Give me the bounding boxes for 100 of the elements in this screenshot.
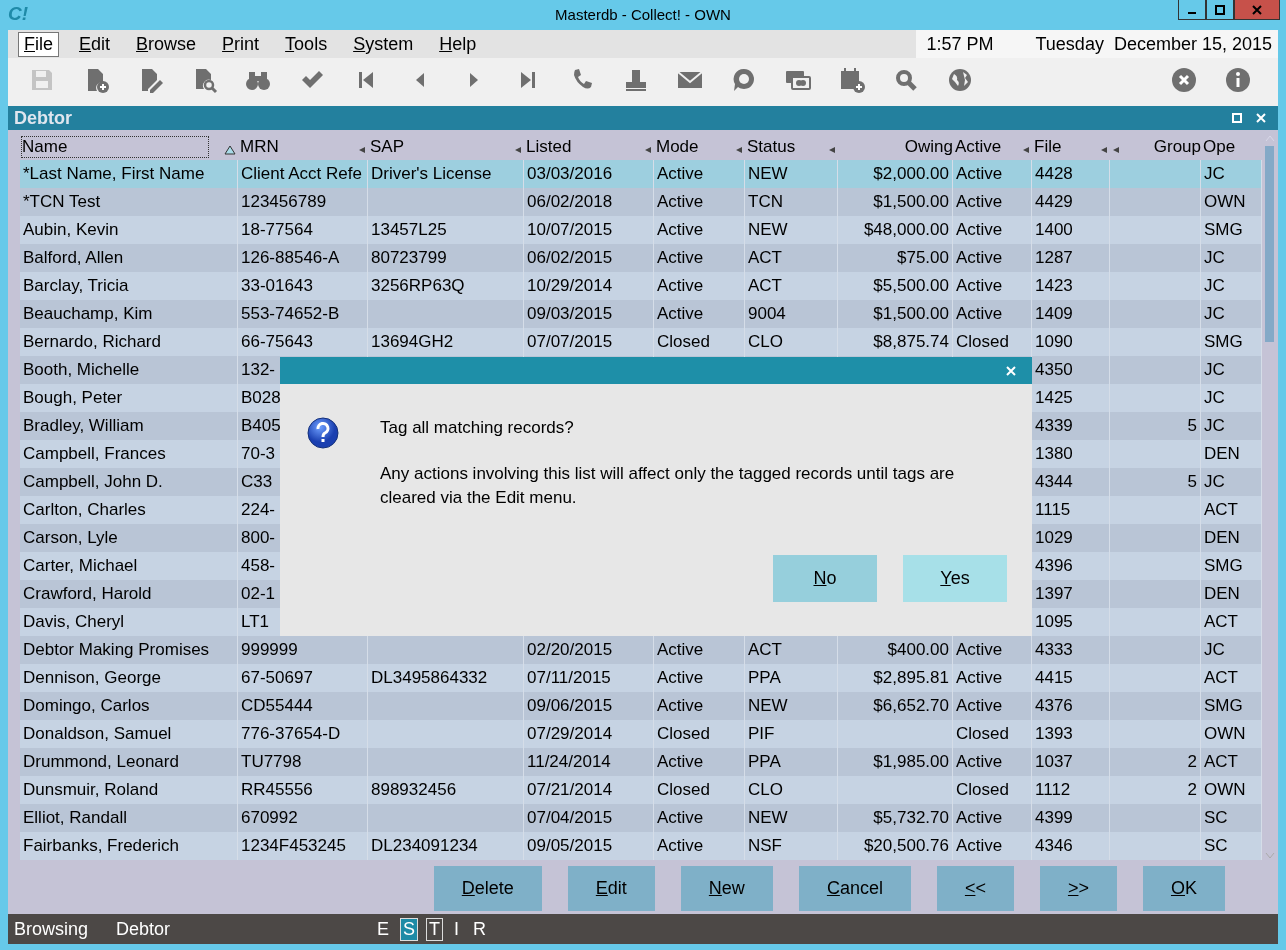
table-cell: 02-1 xyxy=(241,584,276,604)
table-cell: 06/02/2015 xyxy=(527,248,613,268)
dialog-message: Any actions involving this list will affect only the tagged records until tags are cleared via the Edit menu. xyxy=(380,463,956,509)
table-cell: 1380 xyxy=(1035,444,1073,464)
table-cell: 80723799 xyxy=(371,248,447,268)
table-cell: 4350 xyxy=(1035,360,1073,380)
table-cell: Active xyxy=(657,248,704,268)
table-cell: 07/11/2015 xyxy=(527,668,611,688)
table-cell: Barclay, Tricia xyxy=(23,276,129,296)
table-cell: 1400 xyxy=(1035,220,1073,240)
table-cell: 2 xyxy=(1187,752,1197,772)
table-cell: 3256RP63Q xyxy=(371,276,465,296)
table-cell: Fairbanks, Frederich xyxy=(23,836,179,856)
table-cell: CLO xyxy=(748,780,783,800)
table-cell: 4346 xyxy=(1035,836,1073,856)
status-letter: E xyxy=(376,917,391,941)
table-cell: 4339 xyxy=(1035,416,1073,436)
table-cell: Carter, Michael xyxy=(23,556,138,576)
table-cell: $2,000.00 xyxy=(873,164,949,184)
table-cell: Active xyxy=(657,304,704,324)
table-cell: 123456789 xyxy=(241,192,327,212)
table-cell: Bradley, William xyxy=(23,416,144,436)
table-cell: 07/29/2014 xyxy=(527,724,613,744)
table-cell: 1095 xyxy=(1035,612,1073,632)
table-cell: Active xyxy=(657,640,704,660)
table-cell: *Last Name, First Name xyxy=(23,164,205,184)
table-cell: 4333 xyxy=(1035,640,1073,660)
table-cell: JC xyxy=(1204,248,1225,268)
table-cell: SMG xyxy=(1204,220,1243,240)
table-cell: 1029 xyxy=(1035,528,1073,548)
table-cell: $6,652.70 xyxy=(873,696,949,716)
table-cell: Booth, Michelle xyxy=(23,360,140,380)
table-cell: JC xyxy=(1204,416,1225,436)
table-cell: Active xyxy=(657,220,704,240)
table-cell: 800- xyxy=(241,528,276,548)
table-cell: 10/29/2014 xyxy=(527,276,613,296)
table-cell: $1,985.00 xyxy=(873,752,949,772)
table-cell: Campbell, John D. xyxy=(23,472,163,492)
status-letter: S xyxy=(400,917,419,941)
table-cell: Dunsmuir, Roland xyxy=(23,780,159,800)
table-cell: 07/07/2015 xyxy=(527,332,613,352)
table-cell: ACT xyxy=(1204,500,1238,520)
table-cell: ACT xyxy=(748,640,782,660)
table-cell: 776-37654-D xyxy=(241,724,341,744)
table-cell: 02/20/2015 xyxy=(527,640,613,660)
table-cell: 1287 xyxy=(1035,248,1073,268)
app-logo: C! xyxy=(8,3,29,25)
table-cell: Bough, Peter xyxy=(23,388,123,408)
table-cell: 4396 xyxy=(1035,556,1073,576)
table-cell: Closed xyxy=(956,724,1009,744)
table-cell: 4415 xyxy=(1035,668,1073,688)
table-cell: 1425 xyxy=(1035,388,1073,408)
status-letter: R xyxy=(472,917,488,941)
table-cell: 70-3 xyxy=(241,444,276,464)
table-cell: JC xyxy=(1204,164,1225,184)
table-cell: Davis, Cheryl xyxy=(23,612,125,632)
table-cell: Elliot, Randall xyxy=(23,808,127,828)
table-cell: NEW xyxy=(748,696,788,716)
table-cell: 4376 xyxy=(1035,696,1073,716)
table-cell: 13694GH2 xyxy=(371,332,454,352)
table-cell: DL234091234 xyxy=(371,836,478,856)
table-cell: $48,000.00 xyxy=(863,220,949,240)
table-cell: DEN xyxy=(1204,444,1240,464)
table-cell: $75.00 xyxy=(897,248,949,268)
table-cell: Active xyxy=(956,696,1003,716)
table-cell: 06/02/2018 xyxy=(527,192,613,212)
table-cell: JC xyxy=(1204,304,1225,324)
table-cell: SMG xyxy=(1204,556,1243,576)
table-cell: JC xyxy=(1204,360,1225,380)
table-cell: Crawford, Harold xyxy=(23,584,152,604)
table-cell: 1112 xyxy=(1035,780,1071,800)
table-cell: Closed xyxy=(956,332,1009,352)
table-cell: *TCN Test xyxy=(23,192,101,212)
table-cell: TCN xyxy=(748,192,783,212)
table-cell: Driver's License xyxy=(371,164,492,184)
table-cell: ACT xyxy=(1204,668,1238,688)
table-cell: 4429 xyxy=(1035,192,1073,212)
table-cell: ACT xyxy=(748,248,782,268)
table-cell: $5,500.00 xyxy=(873,276,949,296)
table-cell: Active xyxy=(956,220,1003,240)
table-cell: 2 xyxy=(1187,780,1197,800)
table-cell: JC xyxy=(1204,472,1225,492)
table-cell: Active xyxy=(956,248,1003,268)
table-cell: Client Acct Refe xyxy=(241,164,362,184)
window-title: Masterdb - Collect! - OWN xyxy=(555,5,731,23)
table-cell: Drummond, Leonard xyxy=(23,752,179,772)
table-cell: Bernardo, Richard xyxy=(23,332,161,352)
table-cell: $8,875.74 xyxy=(873,332,949,352)
status-letter: T xyxy=(426,917,444,941)
table-cell: OWN xyxy=(1204,724,1246,744)
table-cell: Domingo, Carlos xyxy=(23,696,150,716)
table-cell: 1393 xyxy=(1035,724,1073,744)
table-cell: Carlton, Charles xyxy=(23,500,146,520)
table-cell: ACT xyxy=(1204,752,1238,772)
table-cell: Debtor Making Promises xyxy=(23,640,210,660)
table-cell: Active xyxy=(657,668,704,688)
table-cell: $400.00 xyxy=(887,640,949,660)
table-cell: JC xyxy=(1204,276,1225,296)
table-cell: Active xyxy=(956,752,1003,772)
table-cell: Active xyxy=(657,836,704,856)
